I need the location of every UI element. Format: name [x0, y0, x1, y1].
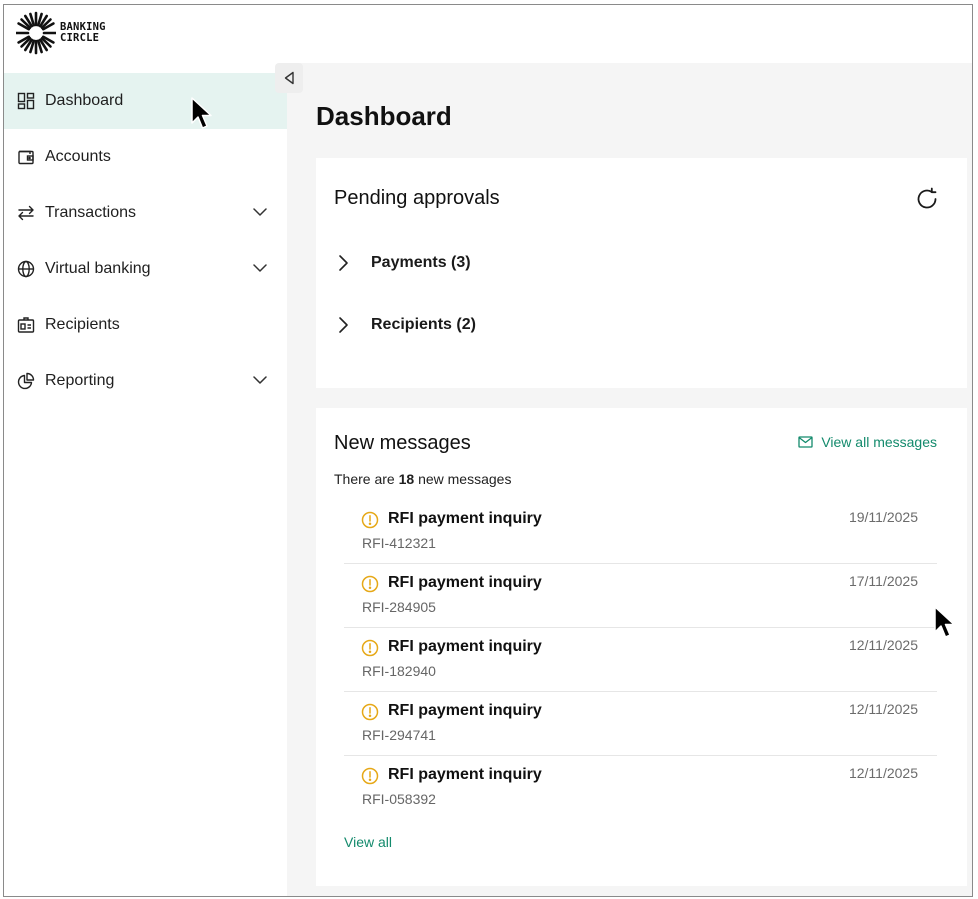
pending-payments-label: Payments (3)	[371, 254, 471, 271]
chevron-right-icon	[334, 254, 352, 272]
message-subject: RFI payment inquiry	[388, 702, 542, 719]
new-messages-card: New messages View all messages There are…	[316, 408, 967, 886]
message-date: 17/11/2025	[848, 573, 918, 589]
contact-card-icon	[16, 315, 36, 335]
app-window: BANKING CIRCLE Dashboard Accounts Transa…	[3, 4, 973, 897]
message-count-prefix: There are	[334, 471, 395, 487]
warning-circle-icon	[361, 639, 379, 657]
sidebar-item-label: Dashboard	[45, 92, 124, 109]
pending-payments-row[interactable]: Payments (3)	[334, 248, 471, 278]
wallet-icon	[16, 147, 36, 167]
pending-recipients-label: Recipients (2)	[371, 316, 476, 333]
chevron-right-icon	[334, 316, 352, 334]
globe-icon	[16, 259, 36, 279]
message-item[interactable]: RFI payment inquiry RFI-182940 12/11/202…	[344, 628, 937, 692]
sidebar-item-label: Accounts	[45, 148, 111, 165]
message-date: 12/11/2025	[848, 765, 918, 781]
refresh-button[interactable]	[913, 185, 941, 213]
sidebar-item-label: Virtual banking	[45, 260, 151, 277]
triangle-left-icon	[284, 71, 294, 85]
top-bar: BANKING CIRCLE	[4, 5, 972, 63]
arrows-transfer-icon	[16, 203, 36, 223]
pending-approvals-card: Pending approvals Payments (3) Recipient…	[316, 158, 967, 388]
warning-circle-icon	[361, 703, 379, 721]
refresh-icon	[917, 187, 937, 209]
message-count-number: 18	[398, 471, 415, 487]
chevron-down-icon[interactable]	[251, 203, 269, 221]
view-all-messages-link[interactable]: View all messages	[798, 434, 937, 450]
sidebar-item-reporting[interactable]: Reporting	[4, 353, 287, 409]
sidebar-item-recipients[interactable]: Recipients	[4, 297, 287, 353]
message-reference: RFI-284905	[362, 599, 436, 615]
pie-chart-icon	[16, 371, 36, 391]
sidebar-item-virtual-banking[interactable]: Virtual banking	[4, 241, 287, 297]
warning-circle-icon	[361, 767, 379, 785]
view-all-link[interactable]: View all	[344, 834, 392, 850]
message-list: RFI payment inquiry RFI-412321 19/11/202…	[344, 500, 937, 820]
dashboard-icon	[16, 91, 36, 111]
message-date: 12/11/2025	[848, 701, 918, 717]
message-date: 12/11/2025	[848, 637, 918, 653]
page-title: Dashboard	[316, 101, 452, 131]
message-item[interactable]: RFI payment inquiry RFI-412321 19/11/202…	[344, 500, 937, 564]
sidebar-item-label: Transactions	[45, 204, 136, 221]
pending-approvals-title: Pending approvals	[334, 187, 500, 209]
new-messages-title: New messages	[334, 432, 471, 454]
message-item[interactable]: RFI payment inquiry RFI-284905 17/11/202…	[344, 564, 937, 628]
sunburst-logo-icon	[16, 11, 56, 55]
chevron-down-icon[interactable]	[251, 259, 269, 277]
sidebar-item-dashboard[interactable]: Dashboard	[4, 73, 287, 129]
message-subject: RFI payment inquiry	[388, 574, 542, 591]
message-reference: RFI-182940	[362, 663, 436, 679]
sidebar-item-label: Reporting	[45, 372, 115, 389]
message-item[interactable]: RFI payment inquiry RFI-058392 12/11/202…	[344, 756, 937, 820]
message-subject: RFI payment inquiry	[388, 766, 542, 783]
message-count-suffix: new messages	[418, 471, 512, 487]
chevron-down-icon[interactable]	[251, 371, 269, 389]
warning-circle-icon	[361, 511, 379, 529]
view-all-messages-label: View all messages	[821, 434, 937, 450]
sidebar: Dashboard Accounts Transactions Virtual …	[4, 63, 287, 896]
message-subject: RFI payment inquiry	[388, 638, 542, 655]
envelope-icon	[798, 436, 813, 448]
brand-logo[interactable]: BANKING CIRCLE	[16, 11, 106, 55]
message-subject: RFI payment inquiry	[388, 510, 542, 527]
sidebar-item-label: Recipients	[45, 316, 120, 333]
warning-circle-icon	[361, 575, 379, 593]
message-item[interactable]: RFI payment inquiry RFI-294741 12/11/202…	[344, 692, 937, 756]
brand-name: BANKING CIRCLE	[60, 22, 106, 44]
pending-recipients-row[interactable]: Recipients (2)	[334, 310, 476, 340]
collapse-sidebar-button[interactable]	[275, 63, 303, 93]
message-reference: RFI-294741	[362, 727, 436, 743]
brand-line-2: CIRCLE	[60, 32, 100, 44]
sidebar-item-accounts[interactable]: Accounts	[4, 129, 287, 185]
message-count-text: There are 18 new messages	[334, 471, 511, 487]
message-reference: RFI-058392	[362, 791, 436, 807]
main-content: Dashboard Pending approvals Payments (3)	[287, 63, 972, 896]
message-reference: RFI-412321	[362, 535, 436, 551]
sidebar-item-transactions[interactable]: Transactions	[4, 185, 287, 241]
message-date: 19/11/2025	[848, 509, 918, 525]
